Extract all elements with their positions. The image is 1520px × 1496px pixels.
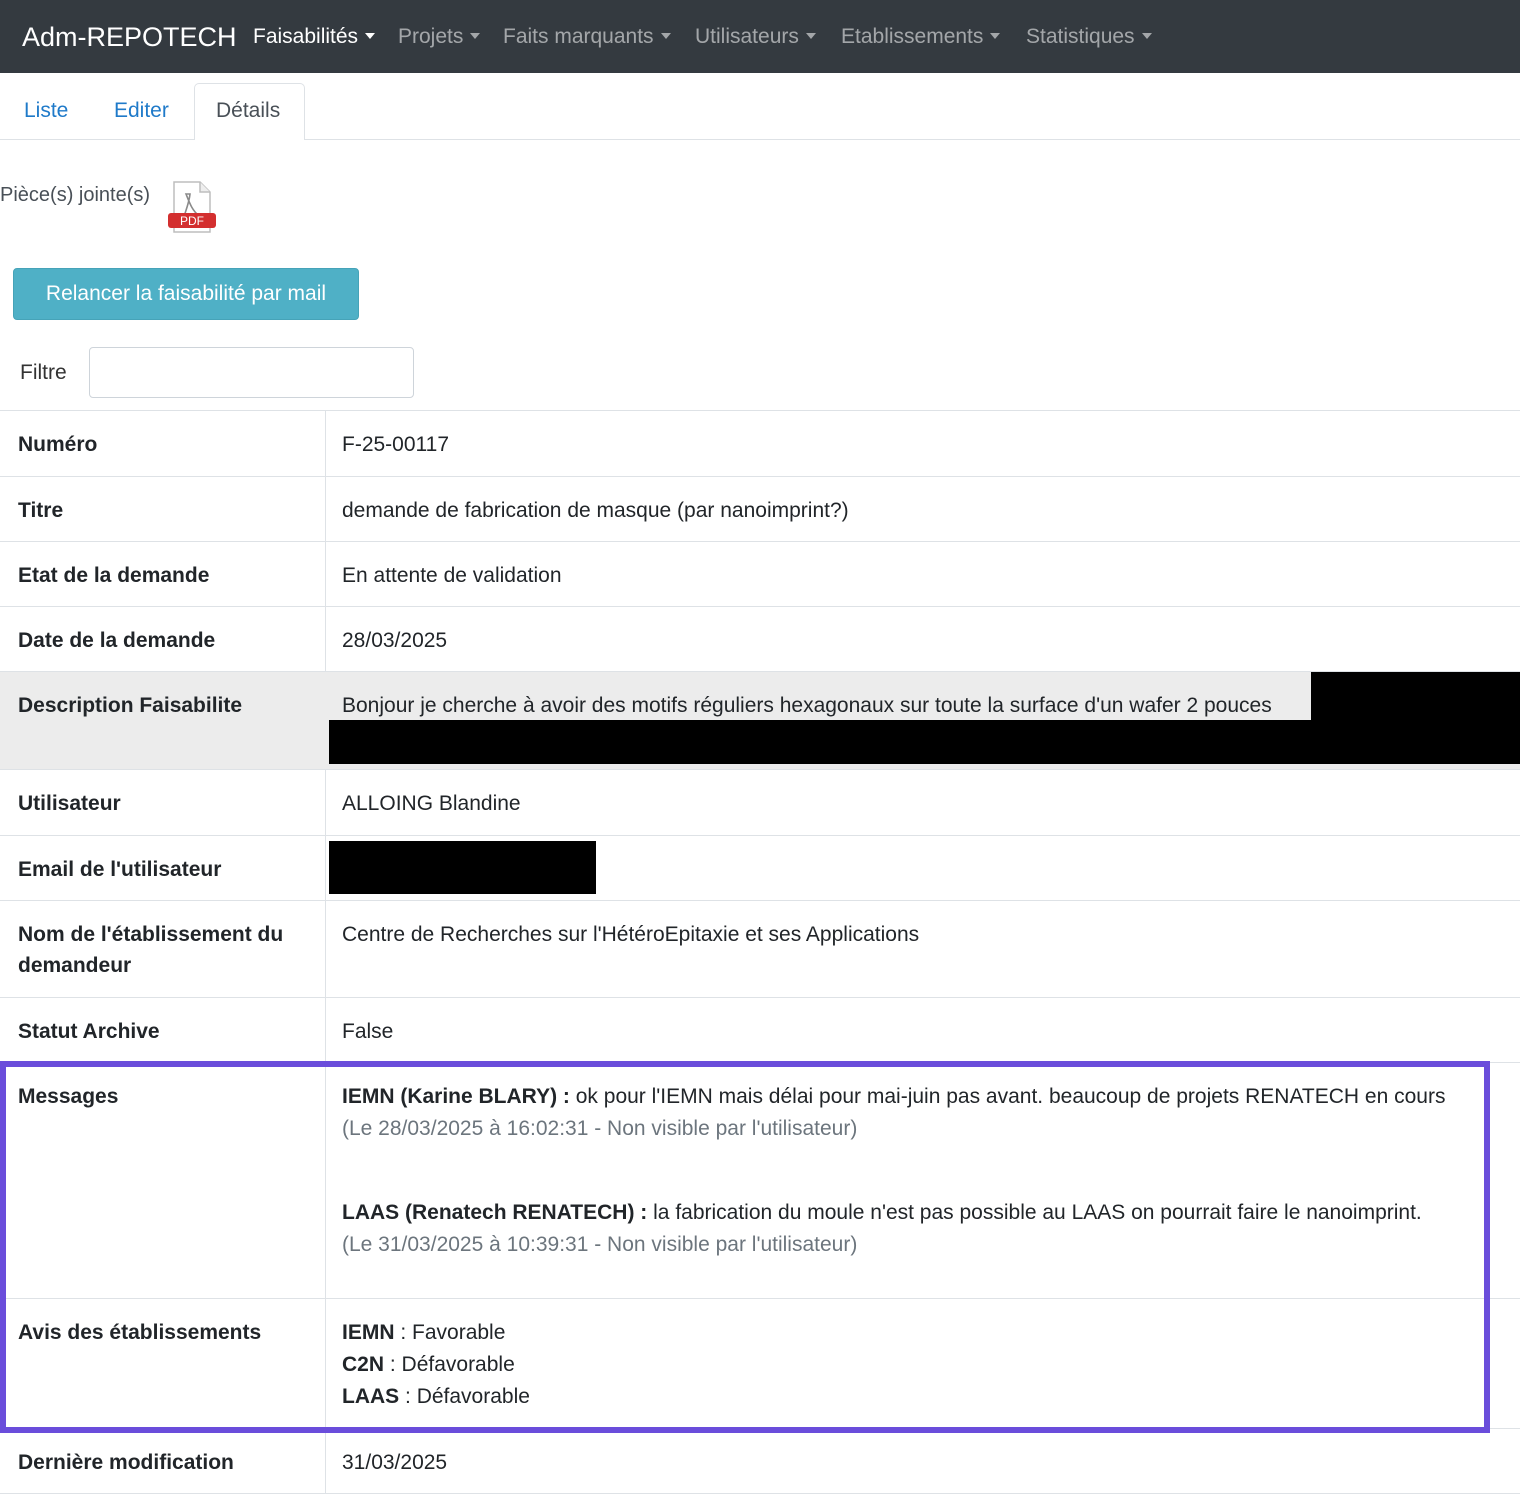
nav-menu-label: Faisabilités xyxy=(253,25,359,48)
messages-list: IEMN (Karine BLARY) : ok pour l'IEMN mai… xyxy=(342,1081,1502,1261)
avis-item: C2N : Défavorable xyxy=(342,1349,1502,1381)
message-meta: (Le 28/03/2025 à 16:02:31 - Non visible … xyxy=(342,1117,858,1140)
nav-menu-label: Etablissements xyxy=(841,25,984,48)
avis-etablissement: C2N xyxy=(342,1353,385,1376)
message-meta: (Le 31/03/2025 à 10:39:31 - Non visible … xyxy=(342,1233,858,1256)
avis-separator: : xyxy=(384,1353,402,1376)
row-value: False xyxy=(342,1020,394,1043)
row-label: Etat de la demande xyxy=(18,564,210,587)
tab-editer[interactable]: Editer xyxy=(114,96,169,126)
row-value: En attente de validation xyxy=(342,564,562,587)
message-item: IEMN (Karine BLARY) : ok pour l'IEMN mai… xyxy=(342,1081,1502,1145)
row-label: Messages xyxy=(18,1085,119,1108)
row-value: Centre de Recherches sur l'HétéroEpitaxi… xyxy=(342,923,920,946)
row-label: Titre xyxy=(18,499,64,522)
caret-down-icon xyxy=(990,33,1001,39)
tab-liste[interactable]: Liste xyxy=(24,96,68,126)
avis-item: IEMN : Favorable xyxy=(342,1317,1502,1349)
caret-down-icon xyxy=(470,33,481,39)
avis-separator: : xyxy=(399,1385,417,1408)
table-bottom-border xyxy=(0,1493,1520,1494)
row-value: demande de fabrication de masque (par na… xyxy=(342,499,849,522)
nav-menu-projets[interactable]: Projets xyxy=(398,22,481,52)
tab-details[interactable]: Détails xyxy=(216,96,280,126)
table-row-etat: Etat de la demande En attente de validat… xyxy=(0,541,1520,606)
nav-menu-etablissements[interactable]: Etablissements xyxy=(841,22,1001,52)
table-row-titre: Titre demande de fabrication de masque (… xyxy=(0,476,1520,541)
row-label: Nom de l'établissement du demandeur xyxy=(18,923,284,977)
row-label: Description Faisabilite xyxy=(18,694,243,717)
avis-separator: : xyxy=(394,1321,413,1344)
caret-down-icon xyxy=(805,33,816,39)
avis-list: IEMN : Favorable C2N : Défavorable LAAS … xyxy=(342,1317,1502,1413)
avis-etablissement: IEMN xyxy=(342,1321,395,1344)
pdf-file-icon[interactable]: PDF xyxy=(166,180,218,236)
attachments-label: Pièce(s) jointe(s) xyxy=(0,184,151,206)
avis-value: Défavorable xyxy=(416,1385,530,1408)
row-label: Statut Archive xyxy=(18,1020,160,1043)
nav-menu-faisabilites[interactable]: Faisabilités xyxy=(253,22,376,52)
row-value: 31/03/2025 xyxy=(342,1451,448,1474)
table-row-statut-archive: Statut Archive False xyxy=(0,997,1520,1062)
table-row-avis: Avis des établissements IEMN : Favorable… xyxy=(0,1298,1520,1428)
row-label: Utilisateur xyxy=(18,792,121,815)
row-label: Numéro xyxy=(18,433,98,456)
nav-menu-label: Faits marquants xyxy=(503,25,654,48)
table-row-utilisateur: Utilisateur ALLOING Blandine xyxy=(0,769,1520,835)
row-label: Dernière modification xyxy=(18,1451,234,1474)
caret-down-icon xyxy=(365,33,376,39)
avis-value: Favorable xyxy=(412,1321,506,1344)
avis-value: Défavorable xyxy=(401,1353,515,1376)
row-value: Bonjour je cherche à avoir des motifs ré… xyxy=(342,694,1272,717)
row-value: F-25-00117 xyxy=(342,433,450,456)
nav-menu-statistiques[interactable]: Statistiques xyxy=(1026,22,1152,52)
nav-menu-utilisateurs[interactable]: Utilisateurs xyxy=(695,22,816,52)
top-navbar: Adm-REPOTECH Faisabilités Projets Faits … xyxy=(0,0,1520,73)
table-row-date: Date de la demande 28/03/2025 xyxy=(0,606,1520,671)
row-value: 28/03/2025 xyxy=(342,629,448,652)
nav-menu-faits-marquants[interactable]: Faits marquants xyxy=(503,22,671,52)
redaction-block xyxy=(1311,672,1520,764)
message-text: ok pour l'IEMN mais délai pour mai-juin … xyxy=(575,1085,1446,1108)
table-row-etablissement: Nom de l'établissement du demandeur Cent… xyxy=(0,900,1520,997)
relancer-faisabilite-button[interactable]: Relancer la faisabilité par mail xyxy=(13,268,359,320)
nav-menu-label: Utilisateurs xyxy=(695,25,799,48)
svg-text:PDF: PDF xyxy=(180,214,204,228)
row-value: ALLOING Blandine xyxy=(342,792,521,815)
table-row-messages: Messages IEMN (Karine BLARY) : ok pour l… xyxy=(0,1062,1520,1298)
avis-item: LAAS : Défavorable xyxy=(342,1381,1502,1413)
message-author: LAAS (Renatech RENATECH) : xyxy=(342,1201,648,1224)
nav-menu-label: Projets xyxy=(398,25,464,48)
avis-etablissement: LAAS xyxy=(342,1385,400,1408)
table-row-derniere-modification: Dernière modification 31/03/2025 xyxy=(0,1428,1520,1493)
caret-down-icon xyxy=(660,33,671,39)
message-author: IEMN (Karine BLARY) : xyxy=(342,1085,570,1108)
message-item: LAAS (Renatech RENATECH) : la fabricatio… xyxy=(342,1197,1502,1261)
row-label: Avis des établissements xyxy=(18,1321,262,1344)
redaction-block xyxy=(329,720,1311,764)
row-label: Email de l'utilisateur xyxy=(18,858,222,881)
brand-logo[interactable]: Adm-REPOTECH xyxy=(22,20,237,54)
table-row-numero: Numéro F-25-00117 xyxy=(0,410,1520,476)
redaction-block xyxy=(329,841,596,894)
table-row-email: Email de l'utilisateur xyxy=(0,835,1520,900)
table-row-description: Description Faisabilite Bonjour je cherc… xyxy=(0,671,1520,769)
filter-label: Filtre xyxy=(20,361,67,384)
caret-down-icon xyxy=(1141,33,1152,39)
row-label: Date de la demande xyxy=(18,629,216,652)
nav-menu-label: Statistiques xyxy=(1026,25,1135,48)
message-text: la fabrication du moule n'est pas possib… xyxy=(653,1201,1422,1224)
filter-input[interactable] xyxy=(89,347,414,398)
